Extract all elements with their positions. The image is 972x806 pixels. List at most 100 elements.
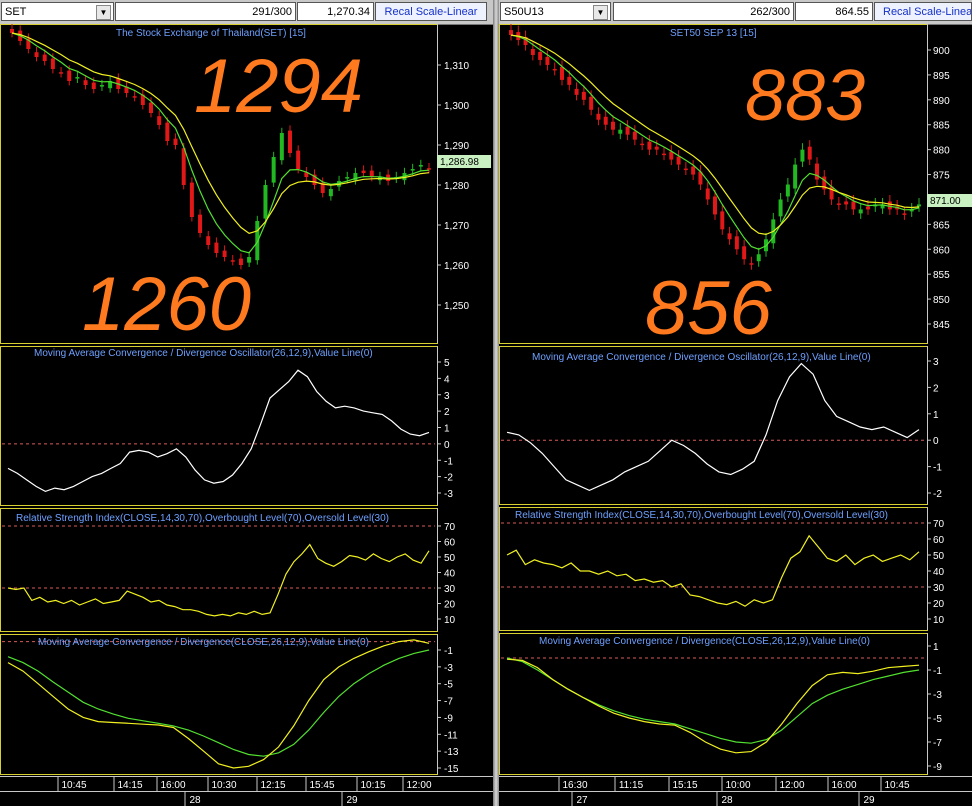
macd-title: Moving Average Convergence / Divergence(…: [539, 636, 870, 647]
osc-axis-tick-label: -3: [444, 489, 453, 500]
candle-body: [640, 143, 645, 146]
price-axis-tick-label: 885: [933, 121, 950, 132]
rsi-axis-tick-label: 70: [933, 519, 945, 530]
price-axis-tick-label: 1,280: [444, 181, 469, 192]
annotation-high: 1294: [194, 44, 363, 129]
osc-axis-tick-label: 0: [933, 436, 939, 447]
candle-body: [279, 133, 284, 161]
candle-body: [59, 72, 64, 74]
oscillator-line: [7, 369, 430, 493]
rsi-axis-tick-label: 50: [444, 553, 456, 564]
candle-body: [165, 122, 170, 141]
price-axis-tick-label: 1,310: [444, 61, 469, 72]
last-price-field: 864.55: [795, 2, 873, 21]
osc-axis-tick-label: 5: [444, 358, 450, 369]
price-axis-tick-label: 1,270: [444, 221, 469, 232]
chart-window-right: S50U13 ▼ 262/300 864.55 Recal Scale-Line…: [499, 0, 972, 806]
rsi-axis-tick-label: 40: [933, 567, 945, 578]
price-axis-tick-label: 1,250: [444, 301, 469, 312]
candle-body: [427, 168, 431, 170]
rsi-axis-tick-label: 30: [933, 583, 945, 594]
time-tick-label: 12:00: [406, 780, 431, 791]
chart-canvas-left[interactable]: 1,310 1,300 1,290 1,280 1,270 1,260 1,250 5 4 3 2…: [0, 24, 493, 806]
candle-body: [552, 68, 557, 71]
candle-body: [574, 88, 579, 95]
symbol-selector[interactable]: SET ▼: [1, 2, 114, 21]
candle-body: [567, 76, 572, 85]
macd-axis-tick-label: -5: [933, 714, 942, 725]
chevron-down-icon[interactable]: ▼: [96, 5, 111, 20]
macd-panel: -1 -3 -5 -7 -9 -11 -13 -15: [0, 634, 459, 775]
price-axis-tick-label: 860: [933, 245, 950, 256]
price-axis-tick-label: 895: [933, 71, 950, 82]
price-axis-tick-label: 1,260: [444, 261, 469, 272]
candle-body: [410, 169, 415, 171]
price-axis-tick-label: 1,290: [444, 141, 469, 152]
price-axis-tick-label: 875: [933, 171, 950, 182]
rsi-axis-tick-label: 60: [933, 535, 945, 546]
recal-scale-button[interactable]: Recal Scale-Linear: [874, 2, 972, 21]
candle-body: [691, 166, 696, 175]
rsi-axis-tick-label: 20: [444, 600, 456, 611]
osc-axis-tick-label: 1: [933, 410, 939, 421]
candle-body: [858, 209, 863, 214]
rsi-axis-tick-label: 10: [933, 615, 945, 626]
macd-axis-tick-label: -3: [444, 663, 453, 674]
day-tick-label: 27: [576, 795, 588, 806]
oscillator-line: [506, 362, 920, 492]
macd-oscillator-title: Moving Average Convergence / Divergence …: [34, 348, 373, 359]
candle-body: [328, 189, 333, 197]
rsi-axis-tick-label: 20: [933, 599, 945, 610]
candle-body: [720, 211, 725, 230]
candle-body: [560, 66, 564, 80]
rsi-axis-tick-label: 10: [444, 615, 456, 626]
candle-body: [662, 153, 666, 156]
chart-canvas-right[interactable]: 900895890885880875870865860855850845 321…: [499, 24, 972, 806]
time-tick-label: 10:30: [211, 780, 236, 791]
time-tick-label: 10:15: [360, 780, 385, 791]
candle-body: [734, 236, 739, 250]
macd-axis-tick-label: -5: [444, 680, 453, 691]
candle-body: [618, 129, 623, 134]
panel-frame: [0, 634, 438, 775]
candle-body: [50, 58, 55, 69]
price-axis-tick-label: 880: [933, 146, 950, 157]
osc-axis-tick-label: 4: [444, 374, 450, 385]
candle-body: [83, 80, 88, 85]
candle-body: [756, 254, 761, 262]
candle-body: [596, 113, 601, 120]
candle-body: [509, 30, 513, 36]
recal-scale-button[interactable]: Recal Scale-Linear: [375, 2, 487, 21]
price-axis-tick-label: 865: [933, 220, 950, 231]
macd-axis-tick-label: 1: [933, 642, 939, 653]
candle-body: [42, 54, 47, 61]
candle-body: [10, 29, 14, 33]
time-tick-label: 10:45: [884, 780, 909, 791]
time-tick-label: 16:00: [831, 780, 856, 791]
candle-body: [851, 201, 856, 210]
candle-body: [705, 188, 710, 200]
chevron-down-icon[interactable]: ▼: [593, 5, 608, 20]
macd-axis-tick-label: -7: [933, 738, 942, 749]
candle-body: [815, 163, 819, 180]
candle-body: [647, 141, 652, 150]
time-tick-label: 14:15: [117, 780, 142, 791]
chart-title: The Stock Exchange of Thailand(SET) [15]: [116, 28, 306, 39]
candle-body: [222, 250, 227, 257]
osc-axis-tick-label: -1: [444, 456, 453, 467]
candle-body: [157, 116, 162, 125]
candle-body: [632, 131, 637, 140]
time-tick-label: 16:00: [160, 780, 185, 791]
annotation-high: 883: [745, 56, 865, 136]
signal-line: [7, 649, 430, 757]
symbol-selector[interactable]: S50U13 ▼: [500, 2, 611, 21]
macd-oscillator-title: Moving Average Convergence / Divergence …: [532, 352, 871, 363]
candle-body: [361, 170, 366, 173]
macd-axis-tick-label: -13: [444, 747, 459, 758]
time-tick-label: 10:45: [61, 780, 86, 791]
macd-axis-tick-label: -15: [444, 764, 459, 775]
annotation-low: 1260: [82, 262, 251, 347]
day-tick-label: 28: [721, 795, 733, 806]
candle-body: [589, 96, 594, 110]
chart-window-left: SET ▼ 291/300 1,270.34 Recal Scale-Linea…: [0, 0, 493, 806]
